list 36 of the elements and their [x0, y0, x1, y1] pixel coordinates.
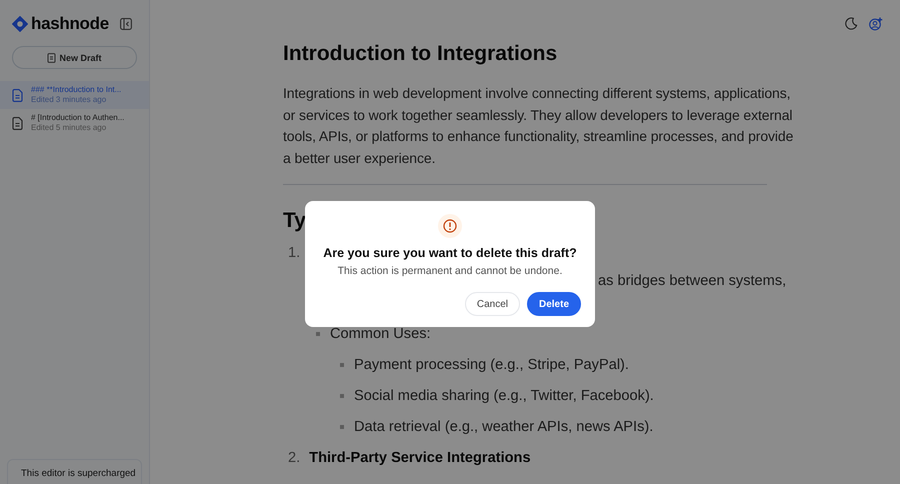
delete-button[interactable]: Delete: [526, 292, 581, 316]
new-draft-button[interactable]: New Draft: [12, 46, 137, 69]
sidebar-collapse-icon[interactable]: [120, 18, 132, 30]
article-title: Introduction to Integrations: [283, 42, 558, 66]
list-number: 1.: [288, 245, 300, 261]
bullet-text: Payment processing (e.g., Stripe, PayPal).: [354, 356, 629, 372]
document-icon: [12, 88, 23, 102]
moon-icon[interactable]: [845, 17, 858, 30]
draft-edited-time: Edited 5 minutes ago: [31, 123, 108, 133]
article-paragraph: Integrations in web development involve connecting different systems, applications, or services to work together seamlessly. They allow developers to leverage external tools, APIs, or platforms to enhance functionality, streamline processes, and provide a better user experience.: [283, 84, 794, 168]
user-plus-icon[interactable]: [869, 17, 883, 31]
bullet-text: Social media sharing (e.g., Twitter, Facebook).: [354, 388, 654, 404]
draft-edited-time: Edited 3 minutes ago: [31, 95, 108, 105]
bullet-text: Common Uses:: [330, 326, 431, 342]
logo-text: hashnode: [31, 14, 109, 34]
bullet-text: Data retrieval (e.g., weather APIs, news APIs).: [354, 418, 654, 434]
draft-title: ### **Introduction to Int...: [31, 85, 122, 95]
list-number: 2.: [288, 450, 300, 466]
cancel-button[interactable]: Cancel: [464, 292, 520, 316]
dialog-message: This action is permanent and cannot be undone.: [338, 265, 562, 277]
draft-item[interactable]: ### **Introduction to Int... Edited 3 minutes ago: [0, 81, 149, 109]
list-heading: Third-Party Service Integrations: [309, 450, 531, 466]
logo-icon: [12, 16, 28, 32]
promo-text: This editor is supercharged: [21, 468, 136, 479]
bullet-icon: [340, 424, 344, 428]
dialog-title: Are you sure you want to delete this draft?: [323, 246, 577, 260]
section-heading: Ty: [283, 209, 306, 233]
warning-icon: [443, 219, 457, 233]
draft-icon: [47, 52, 56, 62]
bullet-icon: [340, 362, 344, 366]
bullet-icon: [316, 332, 320, 336]
draft-item[interactable]: # [Introduction to Authen... Edited 5 minutes ago: [0, 109, 149, 137]
list-text: as bridges between systems,: [598, 273, 786, 289]
document-icon: [12, 116, 23, 130]
draft-title: # [Introduction to Authen...: [31, 113, 124, 123]
bullet-icon: [340, 394, 344, 398]
